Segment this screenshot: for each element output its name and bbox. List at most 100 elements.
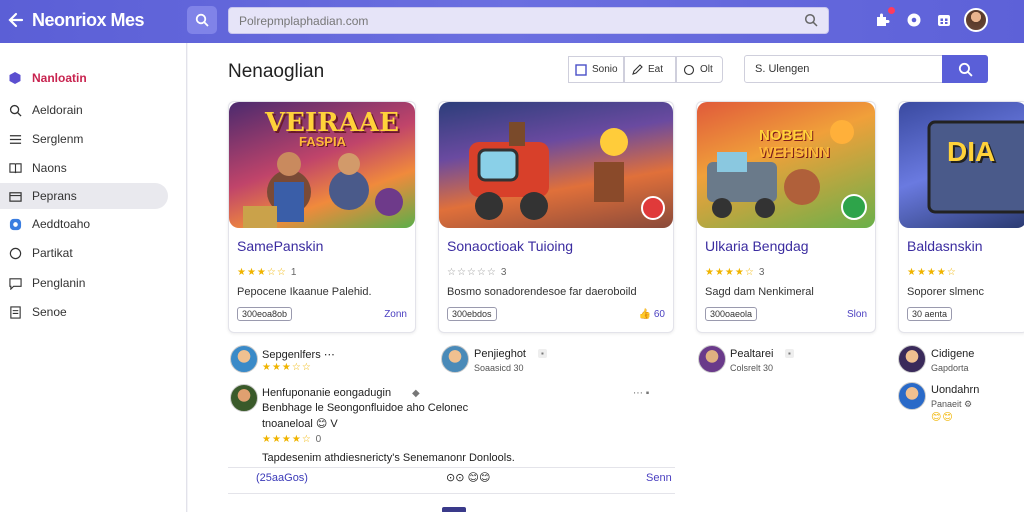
comment-line: tnoaneloal 😊 V (262, 418, 338, 430)
sidebar-item-senoe[interactable]: Senoe (0, 299, 168, 325)
badge-pill: ▪ (785, 349, 794, 358)
notification-dot (888, 7, 895, 14)
document-icon (8, 305, 22, 319)
sidebar-item-peprans[interactable]: Peprans (0, 183, 168, 209)
badge-pill: ▪ (538, 349, 547, 358)
app-title: Neonriox Mes (32, 10, 145, 30)
back-arrow-icon[interactable] (6, 11, 24, 31)
main-search-button[interactable] (942, 55, 988, 83)
sidebar-item-penglanin[interactable]: Penglanin (0, 270, 168, 296)
rating-count: 1 (290, 267, 298, 278)
search-icon (8, 103, 22, 117)
game-card-title[interactable]: SamePanskin (237, 238, 323, 254)
sidebar-item-nanloatin[interactable]: Nanloatin (0, 65, 168, 91)
feed-user-name[interactable]: Cidigene (931, 348, 974, 360)
sidebar-item-label: Nanloatin (32, 71, 87, 85)
game-card[interactable]: VEIRAAE FASPIA SamePanskin ★★★☆☆ 1 Pepoce… (228, 101, 416, 333)
sidebar-item-label: Penglanin (32, 276, 86, 290)
toolbar-sonio-button[interactable]: Sonio (568, 56, 624, 83)
feed-user-name[interactable]: Sepgenlfers ⋯ (262, 348, 335, 361)
game-card-tag: 300eoa8ob (237, 307, 293, 321)
sidebar-item-naons[interactable]: Naons (0, 155, 168, 181)
list-icon (8, 132, 22, 146)
top-header: Neonriox Mes Polrepmplaphadian.com (0, 0, 1024, 43)
play-badge-icon[interactable] (641, 196, 665, 220)
sidebar-item-partikat[interactable]: Partikat (0, 240, 168, 266)
game-card-title[interactable]: Baldasnskin (907, 238, 983, 254)
comment-author-avatar[interactable] (230, 384, 258, 412)
game-art-title: NOBEN (759, 127, 814, 144)
sidebar-item-aeddtoaho[interactable]: Aeddtoaho (0, 211, 168, 237)
game-card-title[interactable]: Sonaoctioak Tuioing (447, 238, 573, 254)
toolbar-sonio-label: Sonio (592, 64, 618, 75)
feed-user-subtitle: Colsrelt 30 (730, 363, 774, 373)
toolbar-olt-button[interactable]: Olt (676, 56, 723, 83)
divider (228, 467, 675, 468)
rating-count: 3 (500, 267, 508, 278)
comment-reactions[interactable]: ⊙⊙ 😊😊 (446, 471, 490, 484)
user-avatar[interactable] (898, 382, 926, 410)
user-avatar[interactable] (698, 345, 726, 373)
emoji-reactions: 😊😊 (931, 412, 954, 423)
folder-icon (8, 189, 22, 203)
rating-stars: ★★★☆☆ (262, 362, 312, 373)
circle-icon (8, 246, 22, 260)
feed-user-subtitle: Soaasicd 30 (474, 363, 524, 373)
sidebar-item-serglenm[interactable]: Serglenm (0, 126, 168, 152)
rating-stars: ★★★★☆ (907, 267, 957, 278)
game-card[interactable]: NOBEN WEHSINN Ulkaria Bengdag ★★★★☆ 3 Sag… (696, 101, 876, 333)
comment-tag[interactable]: (25aaGos) (256, 472, 308, 484)
user-avatar[interactable] (898, 345, 926, 373)
main-content: Nenaoglian Sonio Eat Olt S. Ulengen VEIR… (188, 43, 1024, 512)
puzzle-icon[interactable] (872, 7, 895, 30)
chat-icon (8, 217, 22, 231)
sidebar-item-label: Aeldorain (32, 103, 83, 117)
share-icon[interactable]: ⋯ ▪ (633, 388, 649, 399)
toolbar-olt-label: Olt (700, 64, 713, 75)
toolbar-eat-button[interactable]: Eat (624, 56, 676, 83)
user-avatar[interactable] (441, 345, 469, 373)
header-search-button[interactable] (187, 6, 217, 34)
game-card-image: DIA (899, 102, 1024, 228)
game-card-title[interactable]: Ulkaria Bengdag (705, 238, 809, 254)
header-search-input[interactable]: Polrepmplaphadian.com (228, 7, 829, 34)
user-avatar[interactable] (964, 8, 988, 32)
comment-link[interactable]: Senn (646, 472, 672, 484)
game-card[interactable]: DIA Baldasnskin ★★★★☆ Soporer slmenc 30 … (898, 101, 1024, 333)
game-card-description: Sagd dam Nenkimeral (705, 286, 814, 298)
rating-stars: ★★★★☆ 3 (705, 267, 765, 278)
bell-icon[interactable] (904, 10, 924, 30)
game-card-description: Soporer slmenc (907, 286, 985, 298)
user-avatar[interactable] (230, 345, 258, 373)
game-card-link[interactable]: Slon (847, 309, 867, 320)
toolbar-eat-label: Eat (648, 64, 664, 75)
game-card[interactable]: Sonaoctioak Tuioing ☆☆☆☆☆ 3 Bosmo sonador… (438, 101, 674, 333)
feed-user-name[interactable]: Pealtarei (730, 348, 773, 360)
stars-text: ☆☆☆☆☆ (447, 267, 497, 278)
comment-rating: ★★★★☆ 0 (262, 434, 322, 445)
feed-user-name[interactable]: Penjieghot (474, 348, 526, 360)
sidebar-item-label: Senoe (32, 305, 67, 319)
game-card-link[interactable]: Zonn (384, 309, 407, 320)
stars-text: ★★★☆☆ (237, 267, 287, 278)
sidebar-item-label: Peprans (32, 189, 77, 203)
comment-body: Tapdesenim athdiesnericty's Senemanonr D… (262, 452, 515, 464)
rating-stars: ★★★☆☆ 1 (237, 267, 297, 278)
check-badge-icon[interactable] (841, 194, 867, 220)
sidebar-item-aeldorain[interactable]: Aeldorain (0, 97, 168, 123)
game-card-description: Pepocene Ikaanue Palehid. (237, 286, 372, 298)
comment-author[interactable]: Henfuponanie eongadugin (262, 387, 391, 399)
feed-user-name[interactable]: Uondahrn (931, 384, 979, 396)
stars-text: ★★★★☆ (262, 434, 312, 445)
comment-line: Benbhage le Seongonfluidoe aho Celonec (262, 402, 469, 414)
refresh-icon (683, 64, 695, 76)
rating-count: 3 (758, 267, 766, 278)
game-art-subtitle: WEHSINN (759, 144, 830, 161)
calendar-icon[interactable] (934, 10, 954, 30)
book-icon (8, 161, 22, 175)
page-title: Nenaoglian (228, 61, 325, 82)
search-icon (804, 13, 818, 30)
game-card-tag: 300ebdos (447, 307, 497, 321)
game-card-link[interactable]: 👍 60 (639, 309, 665, 320)
more-icon[interactable]: ◆ (412, 388, 420, 399)
